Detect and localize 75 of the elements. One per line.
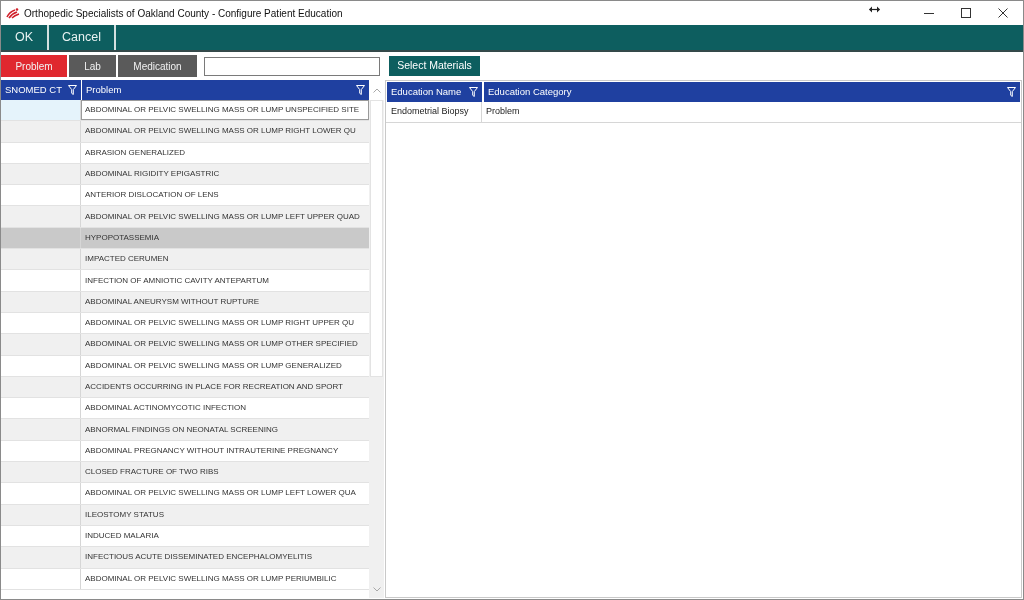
- column-header[interactable]: Education Category: [484, 82, 1020, 102]
- logo-icon: [6, 7, 20, 19]
- close-icon[interactable]: [997, 8, 1008, 18]
- table-cell-text: IMPACTED CERUMEN: [84, 253, 170, 266]
- table-row[interactable]: CLOSED FRACTURE OF TWO RIBS: [1, 462, 369, 484]
- header-label: Problem: [86, 82, 122, 97]
- vertical-scrollbar[interactable]: [369, 80, 384, 598]
- column-header[interactable]: Education Name: [387, 82, 482, 102]
- table-row[interactable]: ABDOMINAL OR PELVIC SWELLING MASS OR LUMP PERIUMBILIC: [1, 568, 369, 590]
- scrollbar-thumb[interactable]: [370, 100, 383, 377]
- table-row[interactable]: INDUCED MALARIA: [1, 525, 369, 548]
- category-tab[interactable]: Medication: [118, 55, 197, 77]
- table-row[interactable]: ABDOMINAL OR PELVIC SWELLING MASS OR LUMP GENERALIZED: [1, 355, 369, 377]
- table-cell-text: ABDOMINAL OR PELVIC SWELLING MASS OR LUMP RIGHT UPPER QU: [84, 317, 356, 330]
- table-cell-text: ABDOMINAL OR PELVIC SWELLING MASS OR LUMP GENERALIZED: [84, 359, 343, 372]
- table-cell-text: INDUCED MALARIA: [84, 530, 160, 543]
- table-cell-text: ABDOMINAL ACTINOMYCOTIC INFECTION: [84, 402, 248, 415]
- search-field[interactable]: [204, 56, 380, 76]
- filter-icon[interactable]: [469, 87, 478, 97]
- ok-button[interactable]: OK: [1, 25, 49, 50]
- header-label: Education Category: [488, 84, 572, 99]
- table-row[interactable]: ABRASION GENERALIZED: [1, 142, 369, 164]
- table-row[interactable]: ABDOMINAL OR PELVIC SWELLING MASS OR LUMP RIGHT LOWER QU: [1, 121, 369, 143]
- table-row[interactable]: ABDOMINAL RIGIDITY EPIGASTRIC: [1, 163, 369, 186]
- maximize-icon[interactable]: [960, 8, 971, 18]
- table-row[interactable]: ANTERIOR DISLOCATION OF LENS: [1, 185, 369, 207]
- table-row[interactable]: ABDOMINAL OR PELVIC SWELLING MASS OR LUMP RIGHT UPPER QU: [1, 312, 369, 335]
- table-row[interactable]: ABNORMAL FINDINGS ON NEONATAL SCREENING: [1, 419, 369, 441]
- table-cell-text: ABDOMINAL OR PELVIC SWELLING MASS OR LUMP LEFT UPPER QUAD: [84, 210, 361, 223]
- double-arrow-icon: [869, 5, 880, 13]
- table-row[interactable]: ILEOSTOMY STATUS: [1, 504, 369, 526]
- cancel-button[interactable]: Cancel: [49, 25, 116, 50]
- filter-icon[interactable]: [1007, 87, 1016, 97]
- table-cell-text: ABRASION GENERALIZED: [84, 146, 187, 159]
- table-cell-text: ABDOMINAL OR PELVIC SWELLING MASS OR LUMP RIGHT LOWER QU: [84, 125, 357, 138]
- select-materials-button[interactable]: Select Materials: [389, 56, 480, 76]
- header-label: Education Name: [391, 84, 462, 99]
- table-cell-text: ABDOMINAL OR PELVIC SWELLING MASS OR LUMP PERIUMBILIC: [84, 572, 338, 585]
- column-header[interactable]: Problem: [82, 80, 369, 100]
- filter-icon[interactable]: [356, 85, 365, 95]
- window-title: Orthopedic Specialists of Oakland County - Configure Patient Education: [24, 6, 343, 21]
- column-header[interactable]: SNOMED CT: [1, 80, 81, 100]
- table-cell-text: ILEOSTOMY STATUS: [84, 508, 165, 521]
- table-row[interactable]: ABDOMINAL PREGNANCY WITHOUT INTRAUTERINE PREGNANCY: [1, 440, 369, 463]
- table-row[interactable]: IMPACTED CERUMEN: [1, 249, 369, 271]
- table-row[interactable]: ABDOMINAL OR PELVIC SWELLING MASS OR LUMP OTHER SPECIFIED: [1, 334, 369, 356]
- table-cell-text: ABDOMINAL OR PELVIC SWELLING MASS OR LUMP LEFT LOWER QUA: [84, 487, 357, 500]
- table-cell-text: ABDOMINAL OR PELVIC SWELLING MASS OR LUMP OTHER SPECIFIED: [84, 338, 359, 351]
- table-row[interactable]: INFECTIOUS ACUTE DISSEMINATED ENCEPHALOMYELITIS: [1, 547, 369, 569]
- table-cell-text: INFECTION OF AMNIOTIC CAVITY ANTEPARTUM: [84, 274, 270, 287]
- table-row[interactable]: HYPOPOTASSEMIA: [1, 227, 369, 250]
- table-row[interactable]: ABDOMINAL OR PELVIC SWELLING MASS OR LUMP LEFT UPPER QUAD: [1, 206, 369, 228]
- table-row[interactable]: ABDOMINAL OR PELVIC SWELLING MASS OR LUMP UNSPECIFIED SITE: [1, 100, 369, 122]
- table-cell-text: ABNORMAL FINDINGS ON NEONATAL SCREENING: [84, 423, 279, 436]
- filter-icon[interactable]: [68, 85, 77, 95]
- table-cell-text: ABDOMINAL RIGIDITY EPIGASTRIC: [84, 168, 221, 181]
- table-cell-text: Problem: [485, 105, 520, 119]
- category-tab[interactable]: Lab: [69, 55, 116, 77]
- table-cell-text: CLOSED FRACTURE OF TWO RIBS: [84, 466, 220, 479]
- table-row[interactable]: ABDOMINAL ANEURYSM WITHOUT RUPTURE: [1, 291, 369, 313]
- table-cell-text: ABDOMINAL PREGNANCY WITHOUT INTRAUTERINE PREGNANCY: [84, 444, 340, 457]
- table-row[interactable]: ACCIDENTS OCCURRING IN PLACE FOR RECREATION AND SPORT: [1, 376, 369, 399]
- table-row[interactable]: ABDOMINAL OR PELVIC SWELLING MASS OR LUMP LEFT LOWER QUA: [1, 483, 369, 505]
- table-cell: ABDOMINAL OR PELVIC SWELLING MASS OR LUMP UNSPECIFIED SITE: [81, 100, 369, 121]
- table-cell-text: ANTERIOR DISLOCATION OF LENS: [84, 189, 220, 202]
- table-cell-text: HYPOPOTASSEMIA: [84, 231, 161, 244]
- table-cell: Endometrial Biopsy: [387, 102, 482, 122]
- category-tab[interactable]: Problem: [1, 55, 67, 77]
- table-row[interactable]: INFECTION OF AMNIOTIC CAVITY ANTEPARTUM: [1, 270, 369, 292]
- table-cell-text: INFECTIOUS ACUTE DISSEMINATED ENCEPHALOMYELITIS: [84, 551, 313, 564]
- header-label: SNOMED CT: [5, 82, 62, 97]
- table-cell-text: ACCIDENTS OCCURRING IN PLACE FOR RECREATION AND SPORT: [84, 381, 344, 393]
- minimize-icon[interactable]: [923, 12, 934, 14]
- table-cell-text: ABDOMINAL ANEURYSM WITHOUT RUPTURE: [84, 295, 261, 308]
- table-row[interactable]: ABDOMINAL ACTINOMYCOTIC INFECTION: [1, 398, 369, 420]
